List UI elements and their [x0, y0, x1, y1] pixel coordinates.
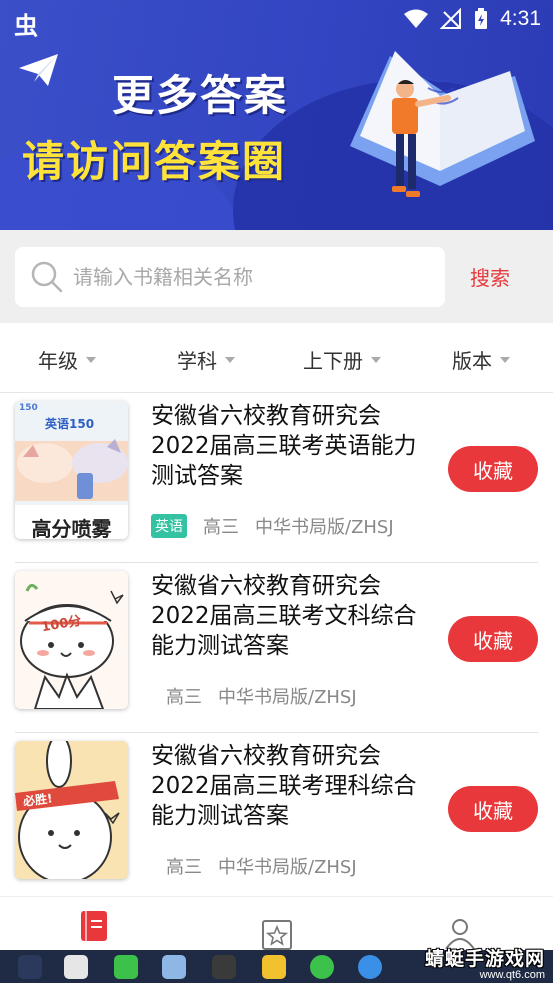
grade-label: 高三	[203, 517, 239, 538]
filter-label: 上下册	[303, 349, 363, 373]
caret-down-icon	[500, 356, 510, 363]
filter-volume[interactable]: 上下册	[303, 345, 381, 374]
filter-label: 版本	[452, 349, 492, 373]
taskbar-icon[interactable]	[262, 955, 286, 979]
paper-plane-icon	[19, 54, 58, 86]
taskbar-icon[interactable]	[18, 955, 42, 979]
subject-tag: 英语	[151, 514, 187, 538]
taskbar-icon[interactable]	[162, 955, 186, 979]
banner-title-line2: 请访问答案圈	[22, 137, 287, 186]
grade-label: 高三	[166, 687, 202, 708]
edition-label: 中华书局版/ZHSJ	[218, 857, 357, 878]
filter-subject[interactable]: 学科	[177, 345, 235, 374]
grade-label: 高三	[166, 857, 202, 878]
favorite-button[interactable]: 收藏	[448, 786, 538, 832]
no-signal-icon	[440, 8, 462, 29]
search-bar: 搜索	[0, 230, 553, 323]
status-time: 4:31	[500, 7, 541, 30]
list-item[interactable]: 150 英语150 高分喷雾 安徽省六校教育研究会2022届高三联考英语能力测试…	[0, 393, 553, 563]
book-meta: 高三 中华书局版/ZHSJ	[166, 853, 357, 879]
header-banner[interactable]: 虫 4:31 更多答案 请访问答案圈	[0, 0, 553, 230]
book-cover[interactable]: 必胜!	[15, 741, 128, 879]
list-item[interactable]: 100分 安徽省六校教育研究会2022届高三联考文科综合能力测试答案 高三 中华…	[0, 563, 553, 733]
open-book-illustration	[350, 51, 535, 197]
cover-text-top: 英语150	[45, 417, 95, 431]
filter-bar: 年级 学科 上下册 版本	[0, 323, 553, 393]
favorite-button[interactable]: 收藏	[448, 616, 538, 662]
filter-grade[interactable]: 年级	[38, 345, 96, 374]
watermark: 蜻蜓手游戏网 www.qt6.com	[425, 944, 545, 981]
taskbar-icon[interactable]	[212, 955, 236, 979]
cover-text-top: 必胜!	[22, 791, 54, 809]
filter-edition[interactable]: 版本	[452, 345, 510, 374]
wechat-icon[interactable]	[310, 955, 334, 979]
cover-text-bottom: 高分喷雾	[31, 517, 112, 539]
search-input[interactable]	[73, 265, 413, 289]
taskbar-icon[interactable]	[358, 955, 382, 979]
notebook-icon[interactable]	[78, 909, 110, 943]
cover-text-corner: 150	[19, 403, 38, 413]
banner-title-line1: 更多答案	[112, 71, 289, 120]
filter-label: 年级	[38, 349, 78, 373]
taskbar-icon[interactable]	[114, 955, 138, 979]
search-box[interactable]	[15, 247, 445, 307]
book-title[interactable]: 安徽省六校教育研究会2022届高三联考文科综合能力测试答案	[151, 571, 436, 661]
cover-art	[15, 571, 128, 709]
book-meta: 高三 中华书局版/ZHSJ	[166, 683, 357, 709]
filter-label: 学科	[177, 349, 217, 373]
caret-down-icon	[86, 356, 96, 363]
wifi-icon	[404, 9, 429, 28]
favorite-button[interactable]: 收藏	[448, 446, 538, 492]
status-bar: 虫 4:31	[0, 0, 553, 40]
search-button[interactable]: 搜索	[470, 262, 510, 291]
watermark-name: 蜻蜓手游戏网	[424, 948, 545, 970]
caret-down-icon	[225, 356, 235, 363]
book-cover[interactable]: 100分	[15, 571, 128, 709]
status-app-glyph: 虫	[14, 12, 38, 40]
list-item[interactable]: 必胜! 安徽省六校教育研究会2022届高三联考理科综合能力测试答案 高三 中华书…	[0, 733, 553, 903]
edition-label: 中华书局版/ZHSJ	[255, 517, 394, 538]
star-icon[interactable]	[261, 917, 293, 951]
bottom-nav	[0, 896, 553, 950]
book-title[interactable]: 安徽省六校教育研究会2022届高三联考理科综合能力测试答案	[151, 741, 436, 831]
battery-icon	[475, 8, 488, 29]
caret-down-icon	[371, 356, 381, 363]
book-meta: 英语 高三 中华书局版/ZHSJ	[151, 513, 394, 539]
search-icon	[31, 261, 63, 293]
taskbar-icon[interactable]	[64, 955, 88, 979]
cover-art	[15, 741, 128, 879]
book-title[interactable]: 安徽省六校教育研究会2022届高三联考英语能力测试答案	[151, 401, 436, 491]
book-cover[interactable]: 150 英语150 高分喷雾	[15, 401, 128, 539]
edition-label: 中华书局版/ZHSJ	[218, 687, 357, 708]
